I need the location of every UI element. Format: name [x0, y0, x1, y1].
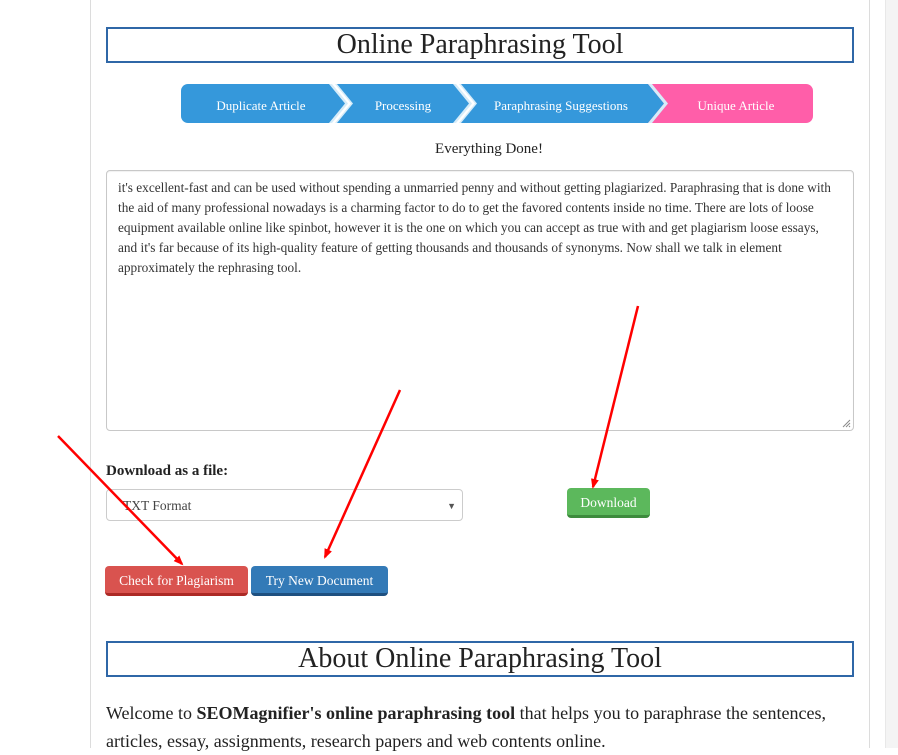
- step-chevron-icon: [453, 84, 477, 123]
- download-button[interactable]: Download: [567, 488, 650, 518]
- status-message: Everything Done!: [435, 141, 543, 157]
- resize-grip-icon[interactable]: [841, 418, 851, 428]
- progress-steps: Duplicate Article Processing Paraphrasin…: [181, 84, 813, 123]
- format-select-value: TXT Format: [123, 498, 192, 513]
- about-text-prefix: Welcome to: [106, 703, 197, 723]
- step-duplicate-article: Duplicate Article: [181, 84, 341, 123]
- try-new-document-button[interactable]: Try New Document: [251, 566, 388, 596]
- step-unique-article: Unique Article: [657, 84, 813, 123]
- output-text: it's excellent-fast and can be used with…: [118, 180, 831, 275]
- chevron-down-icon: ▼: [447, 501, 456, 511]
- step-label: Processing: [374, 98, 432, 113]
- step-processing: Processing: [341, 84, 465, 123]
- format-select[interactable]: TXT Format ▼: [106, 489, 463, 521]
- page-left-border: [90, 0, 91, 748]
- page-title: Online Paraphrasing Tool: [106, 27, 854, 63]
- about-paragraph: Welcome to SEOMagnifier's online paraphr…: [106, 699, 846, 755]
- step-label: Duplicate Article: [216, 98, 306, 113]
- download-format-label: Download as a file:: [106, 463, 229, 479]
- step-label: Unique Article: [697, 98, 775, 113]
- step-paraphrasing-suggestions: Paraphrasing Suggestions: [465, 84, 657, 123]
- step-label: Paraphrasing Suggestions: [494, 98, 628, 113]
- page-right-border: [869, 0, 870, 748]
- output-textarea[interactable]: it's excellent-fast and can be used with…: [106, 170, 854, 431]
- step-chevron-icon: [329, 84, 353, 123]
- check-plagiarism-button[interactable]: Check for Plagiarism: [105, 566, 248, 596]
- about-text-bold: SEOMagnifier's online paraphrasing tool: [196, 703, 516, 723]
- step-chevron-icon: [645, 84, 671, 123]
- right-gutter: [885, 0, 898, 748]
- about-section-title: About Online Paraphrasing Tool: [106, 641, 854, 677]
